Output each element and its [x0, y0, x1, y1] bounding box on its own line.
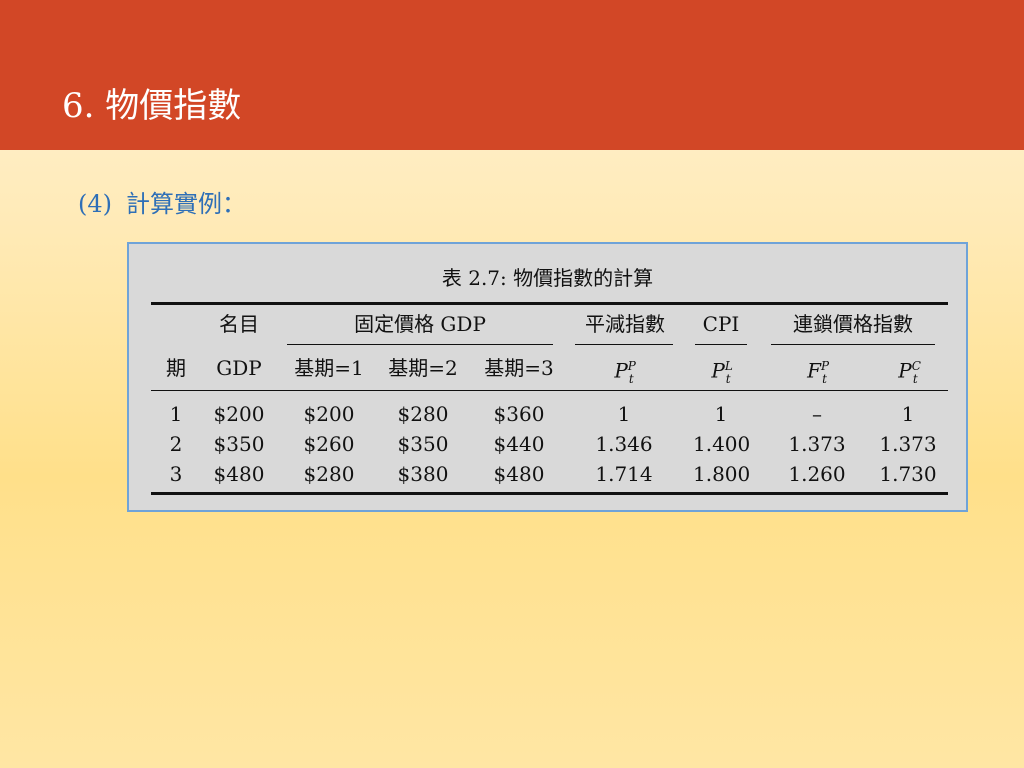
subheading-text: 計算實例：: [126, 190, 246, 218]
table-cell: 1: [714, 402, 728, 426]
col-base2: 基期=2: [388, 356, 458, 380]
table-cell: $360: [493, 402, 545, 426]
header-fixed-price-gdp: 固定價格 GDP: [354, 312, 486, 336]
header-chain: 連鎖價格指數: [793, 312, 913, 336]
underline-cpi: [695, 344, 747, 345]
symbol-sub: t: [628, 371, 634, 386]
symbol-sub: t: [912, 371, 918, 386]
table-cell: $480: [213, 462, 265, 486]
bottom-rule: [151, 492, 948, 495]
symbol-sup: P: [627, 359, 636, 373]
symbol-base: P: [898, 358, 912, 383]
col-fisher-symbol: FPt: [769, 352, 865, 393]
table-cell: $260: [303, 432, 355, 456]
table-cell: 1: [901, 402, 915, 426]
table-cell: 1.260: [788, 462, 846, 486]
col-cpi-symbol: PLt: [693, 352, 749, 393]
table-caption: 表 2.7: 物價指數的計算: [441, 266, 654, 290]
symbol-base: P: [711, 358, 725, 383]
symbol-sub: t: [725, 371, 731, 386]
header-nominal: 名目: [219, 312, 259, 336]
table-cell: $440: [493, 432, 545, 456]
table-cell: 1.400: [693, 432, 751, 456]
col-chain-symbol: PCt: [865, 352, 951, 393]
symbol-sub: t: [822, 371, 827, 386]
mid-rule: [151, 390, 948, 391]
underline-deflator: [575, 344, 673, 345]
table-cell: 1: [169, 402, 183, 426]
table-cell: 1.714: [595, 462, 653, 486]
table-cell: 1.373: [788, 432, 846, 456]
table-cell: 1.373: [879, 432, 937, 456]
symbol-sup: P: [820, 359, 830, 373]
price-index-table: 表 2.7: 物價指數的計算 名目 固定價格 GDP 平減指數 CPI 連鎖價格…: [127, 242, 968, 512]
underline-chain: [771, 344, 935, 345]
col-period: 期: [166, 356, 186, 380]
table-cell: 1.346: [595, 432, 653, 456]
symbol-base: F: [807, 358, 821, 383]
header-deflator: 平減指數: [585, 312, 665, 336]
subheading: (4) 計算實例：: [78, 188, 246, 220]
table-cell: –: [812, 402, 822, 426]
table-cell: 2: [169, 432, 183, 456]
table-cell: $480: [493, 462, 545, 486]
table-cell: $350: [397, 432, 449, 456]
table-cell: $350: [213, 432, 265, 456]
table-cell: $280: [397, 402, 449, 426]
col-gdp: GDP: [216, 356, 262, 380]
header-cpi: CPI: [702, 312, 740, 336]
table-cell: $380: [397, 462, 449, 486]
table-cell: 1.800: [693, 462, 751, 486]
col-base3: 基期=3: [484, 356, 554, 380]
table-cell: $200: [303, 402, 355, 426]
table-cell: 1.730: [879, 462, 937, 486]
symbol-sup: C: [911, 359, 921, 373]
symbol-sup: L: [724, 359, 733, 373]
underline-fixed-price: [287, 344, 553, 345]
top-rule: [151, 302, 948, 305]
symbol-base: P: [614, 358, 628, 383]
slide-title: 6. 物價指數: [62, 86, 242, 126]
table-cell: 1: [617, 402, 631, 426]
table-cell: 3: [169, 462, 183, 486]
table-cell: $280: [303, 462, 355, 486]
col-deflator-symbol: PPt: [575, 352, 673, 393]
table-cell: $200: [213, 402, 265, 426]
subheading-number: (4): [78, 190, 112, 218]
col-base1: 基期=1: [294, 356, 364, 380]
